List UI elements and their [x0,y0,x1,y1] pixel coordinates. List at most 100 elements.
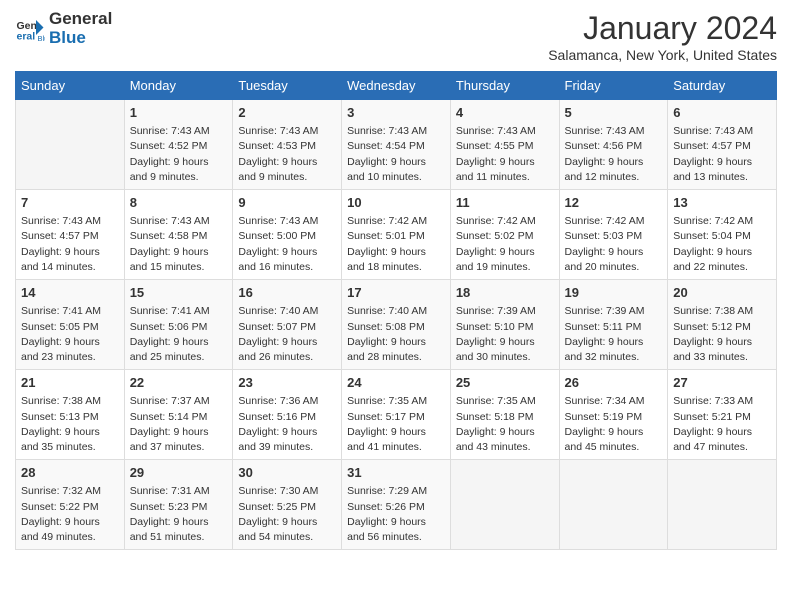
calendar-day-cell: 25 Sunrise: 7:35 AMSunset: 5:18 PMDayligh… [450,370,559,460]
day-info: Sunrise: 7:31 AMSunset: 5:23 PMDaylight:… [130,484,228,545]
calendar-day-cell: 8 Sunrise: 7:43 AMSunset: 4:58 PMDaylight… [124,190,233,280]
calendar-day-cell: 29 Sunrise: 7:31 AMSunset: 5:23 PMDayligh… [124,460,233,550]
calendar-week-row: 14 Sunrise: 7:41 AMSunset: 5:05 PMDayligh… [16,280,777,370]
svg-text:eral: eral [17,30,36,42]
day-number: 1 [130,104,228,122]
day-info: Sunrise: 7:43 AMSunset: 4:58 PMDaylight:… [130,214,228,275]
day-number: 6 [673,104,771,122]
calendar-day-cell: 30 Sunrise: 7:30 AMSunset: 5:25 PMDayligh… [233,460,342,550]
calendar-day-cell: 14 Sunrise: 7:41 AMSunset: 5:05 PMDayligh… [16,280,125,370]
calendar-day-cell: 16 Sunrise: 7:40 AMSunset: 5:07 PMDayligh… [233,280,342,370]
calendar-day-cell: 3 Sunrise: 7:43 AMSunset: 4:54 PMDaylight… [342,100,451,190]
day-info: Sunrise: 7:30 AMSunset: 5:25 PMDaylight:… [238,484,336,545]
calendar-day-cell: 2 Sunrise: 7:43 AMSunset: 4:53 PMDaylight… [233,100,342,190]
day-info: Sunrise: 7:38 AMSunset: 5:13 PMDaylight:… [21,394,119,455]
day-info: Sunrise: 7:38 AMSunset: 5:12 PMDaylight:… [673,304,771,365]
calendar-day-cell: 12 Sunrise: 7:42 AMSunset: 5:03 PMDayligh… [559,190,668,280]
day-info: Sunrise: 7:35 AMSunset: 5:17 PMDaylight:… [347,394,445,455]
day-info: Sunrise: 7:29 AMSunset: 5:26 PMDaylight:… [347,484,445,545]
day-number: 13 [673,194,771,212]
day-number: 15 [130,284,228,302]
col-header-wednesday: Wednesday [342,72,451,100]
day-number: 24 [347,374,445,392]
calendar-header-row: SundayMondayTuesdayWednesdayThursdayFrid… [16,72,777,100]
day-info: Sunrise: 7:40 AMSunset: 5:07 PMDaylight:… [238,304,336,365]
title-block: January 2024 Salamanca, New York, United… [548,10,777,63]
day-info: Sunrise: 7:35 AMSunset: 5:18 PMDaylight:… [456,394,554,455]
day-info: Sunrise: 7:43 AMSunset: 4:56 PMDaylight:… [565,124,663,185]
day-info: Sunrise: 7:42 AMSunset: 5:04 PMDaylight:… [673,214,771,275]
col-header-tuesday: Tuesday [233,72,342,100]
day-info: Sunrise: 7:42 AMSunset: 5:02 PMDaylight:… [456,214,554,275]
day-number: 12 [565,194,663,212]
day-number: 25 [456,374,554,392]
day-info: Sunrise: 7:43 AMSunset: 4:54 PMDaylight:… [347,124,445,185]
col-header-monday: Monday [124,72,233,100]
calendar-day-cell: 28Sunrise: 7:32 AMSunset: 5:22 PMDayligh… [16,460,125,550]
calendar-day-cell: 10 Sunrise: 7:42 AMSunset: 5:01 PMDayligh… [342,190,451,280]
day-info: Sunrise: 7:43 AMSunset: 4:53 PMDaylight:… [238,124,336,185]
day-number: 5 [565,104,663,122]
day-number: 11 [456,194,554,212]
day-number: 7 [21,194,119,212]
day-number: 29 [130,464,228,482]
calendar-day-cell [16,100,125,190]
day-number: 30 [238,464,336,482]
day-info: Sunrise: 7:41 AMSunset: 5:06 PMDaylight:… [130,304,228,365]
day-info: Sunrise: 7:41 AMSunset: 5:05 PMDaylight:… [21,304,119,365]
logo-line2: Blue [49,29,112,48]
calendar-day-cell: 13 Sunrise: 7:42 AMSunset: 5:04 PMDayligh… [668,190,777,280]
calendar-day-cell [668,460,777,550]
calendar-day-cell: 7 Sunrise: 7:43 AMSunset: 4:57 PMDaylight… [16,190,125,280]
day-number: 20 [673,284,771,302]
col-header-thursday: Thursday [450,72,559,100]
day-number: 27 [673,374,771,392]
calendar-day-cell: 20 Sunrise: 7:38 AMSunset: 5:12 PMDayligh… [668,280,777,370]
calendar-day-cell: 24 Sunrise: 7:35 AMSunset: 5:17 PMDayligh… [342,370,451,460]
day-number: 10 [347,194,445,212]
day-info: Sunrise: 7:43 AMSunset: 4:57 PMDaylight:… [21,214,119,275]
calendar-week-row: 1Sunrise: 7:43 AMSunset: 4:52 PMDaylight… [16,100,777,190]
logo: Gen eral Blue General Blue [15,10,112,47]
calendar-day-cell: 22Sunrise: 7:37 AMSunset: 5:14 PMDayligh… [124,370,233,460]
calendar-day-cell: 5 Sunrise: 7:43 AMSunset: 4:56 PMDaylight… [559,100,668,190]
col-header-saturday: Saturday [668,72,777,100]
day-number: 18 [456,284,554,302]
calendar-day-cell: 19Sunrise: 7:39 AMSunset: 5:11 PMDayligh… [559,280,668,370]
day-number: 16 [238,284,336,302]
day-number: 23 [238,374,336,392]
calendar-day-cell: 26Sunrise: 7:34 AMSunset: 5:19 PMDayligh… [559,370,668,460]
day-info: Sunrise: 7:37 AMSunset: 5:14 PMDaylight:… [130,394,228,455]
day-number: 2 [238,104,336,122]
calendar-day-cell [450,460,559,550]
day-info: Sunrise: 7:43 AMSunset: 5:00 PMDaylight:… [238,214,336,275]
calendar-day-cell: 17Sunrise: 7:40 AMSunset: 5:08 PMDayligh… [342,280,451,370]
day-info: Sunrise: 7:43 AMSunset: 4:57 PMDaylight:… [673,124,771,185]
calendar-day-cell: 23 Sunrise: 7:36 AMSunset: 5:16 PMDayligh… [233,370,342,460]
day-number: 14 [21,284,119,302]
day-number: 26 [565,374,663,392]
day-number: 9 [238,194,336,212]
day-number: 3 [347,104,445,122]
calendar-day-cell: 6 Sunrise: 7:43 AMSunset: 4:57 PMDaylight… [668,100,777,190]
logo-icon: Gen eral Blue [15,14,45,44]
calendar-week-row: 21 Sunrise: 7:38 AMSunset: 5:13 PMDayligh… [16,370,777,460]
calendar-day-cell: 15 Sunrise: 7:41 AMSunset: 5:06 PMDayligh… [124,280,233,370]
day-number: 8 [130,194,228,212]
day-info: Sunrise: 7:40 AMSunset: 5:08 PMDaylight:… [347,304,445,365]
calendar-title: January 2024 [548,10,777,47]
day-number: 31 [347,464,445,482]
day-number: 21 [21,374,119,392]
day-info: Sunrise: 7:42 AMSunset: 5:01 PMDaylight:… [347,214,445,275]
day-info: Sunrise: 7:36 AMSunset: 5:16 PMDaylight:… [238,394,336,455]
calendar-day-cell: 4 Sunrise: 7:43 AMSunset: 4:55 PMDaylight… [450,100,559,190]
calendar-day-cell [559,460,668,550]
col-header-sunday: Sunday [16,72,125,100]
col-header-friday: Friday [559,72,668,100]
day-info: Sunrise: 7:42 AMSunset: 5:03 PMDaylight:… [565,214,663,275]
page-header: Gen eral Blue General Blue January 2024 … [15,10,777,63]
logo-line1: General [49,9,112,28]
day-number: 4 [456,104,554,122]
day-number: 19 [565,284,663,302]
day-info: Sunrise: 7:43 AMSunset: 4:55 PMDaylight:… [456,124,554,185]
